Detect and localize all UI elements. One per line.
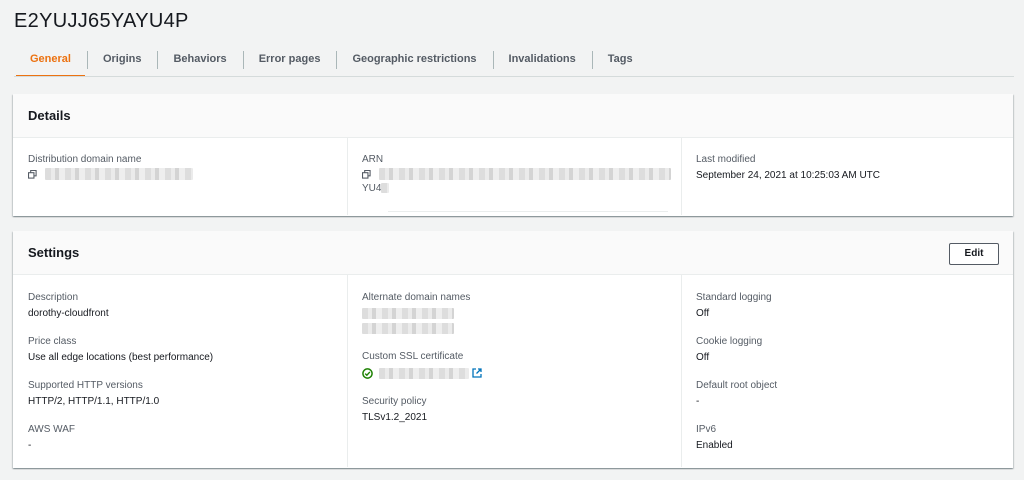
redacted-arn-2: [381, 183, 390, 194]
tab-behaviors[interactable]: Behaviors: [157, 47, 242, 77]
tab-error-pages[interactable]: Error pages: [242, 47, 337, 77]
check-circle-icon: [362, 368, 373, 379]
copy-icon[interactable]: [362, 169, 371, 179]
tab-general[interactable]: General: [14, 47, 87, 77]
settings-col-3: Standard logging Off Cookie logging Off …: [681, 275, 1013, 467]
redacted-domain: [44, 168, 193, 181]
settings-panel: Settings Edit Description dorothy-cloudf…: [13, 231, 1013, 468]
last-modified-value: September 24, 2021 at 10:25:03 AM UTC: [696, 170, 880, 181]
settings-title: Settings: [28, 245, 80, 260]
settings-col-1: Description dorothy-cloudfront Price cla…: [28, 275, 343, 467]
details-header: Details: [13, 94, 1013, 138]
arn-underline: [388, 211, 668, 212]
cookie-logging-value: Off: [696, 352, 710, 363]
security-policy-label: Security policy: [362, 396, 427, 407]
description-label: Description: [28, 292, 79, 303]
price-class-value: Use all edge locations (best performance…: [28, 352, 214, 363]
details-col-1: Distribution domain name: [28, 138, 343, 215]
distribution-domain-value: [28, 168, 193, 182]
arn-suffix: YU4: [362, 183, 382, 194]
details-panel: Details Distribution domain name ARN YU4…: [13, 94, 1013, 216]
copy-icon[interactable]: [28, 169, 37, 179]
standard-logging-value: Off: [696, 308, 710, 319]
price-class-label: Price class: [28, 336, 77, 347]
redacted-arn: [378, 168, 671, 181]
tab-bar: General Origins Behaviors Error pages Ge…: [14, 47, 649, 77]
default-root-label: Default root object: [696, 380, 778, 391]
standard-logging-label: Standard logging: [696, 292, 772, 303]
tabs-divider: [14, 76, 1014, 77]
edit-button[interactable]: Edit: [949, 243, 999, 265]
security-policy-value: TLSv1.2_2021: [362, 412, 428, 423]
settings-header: Settings Edit: [13, 231, 1013, 275]
tab-geographic-restrictions[interactable]: Geographic restrictions: [336, 47, 492, 77]
tab-tags[interactable]: Tags: [591, 47, 649, 77]
http-versions-value: HTTP/2, HTTP/1.1, HTTP/1.0: [28, 396, 160, 407]
aws-waf-value: -: [28, 440, 32, 451]
ssl-cert-label: Custom SSL certificate: [362, 351, 464, 362]
description-value: dorothy-cloudfront: [28, 308, 109, 319]
default-root-value: -: [696, 396, 700, 407]
redacted-alt-domain-1: [362, 307, 454, 319]
details-title: Details: [28, 108, 71, 123]
tab-invalidations[interactable]: Invalidations: [492, 47, 592, 77]
aws-waf-label: AWS WAF: [28, 424, 76, 435]
tab-origins[interactable]: Origins: [86, 47, 158, 77]
ssl-cert-value: [362, 367, 482, 381]
arn-label: ARN: [362, 154, 384, 165]
alternate-domains-value: [362, 307, 470, 321]
ipv6-value: Enabled: [696, 440, 733, 451]
http-versions-label: Supported HTTP versions: [28, 380, 143, 391]
distribution-domain-label: Distribution domain name: [28, 154, 142, 165]
settings-body: Description dorothy-cloudfront Price cla…: [13, 275, 1013, 467]
cookie-logging-label: Cookie logging: [696, 336, 763, 347]
arn-continued: YU4: [362, 182, 671, 196]
details-col-3: Last modified September 24, 2021 at 10:2…: [681, 138, 1013, 215]
ipv6-label: IPv6: [696, 424, 717, 435]
alternate-domains-label: Alternate domain names: [362, 292, 471, 303]
alternate-domains-value-2: [362, 322, 470, 336]
redacted-ssl-cert[interactable]: [378, 367, 469, 379]
redacted-alt-domain-2: [362, 322, 454, 334]
page-title: E2YUJJ65YAYU4P: [14, 10, 189, 32]
arn-value: [362, 168, 671, 182]
last-modified-label: Last modified: [696, 154, 756, 165]
details-col-2: ARN YU4: [347, 138, 680, 215]
settings-col-2: Alternate domain names Custom SSL certif…: [347, 275, 680, 467]
external-link-icon[interactable]: [471, 368, 482, 379]
details-body: Distribution domain name ARN YU4 Last mo…: [13, 138, 1013, 215]
